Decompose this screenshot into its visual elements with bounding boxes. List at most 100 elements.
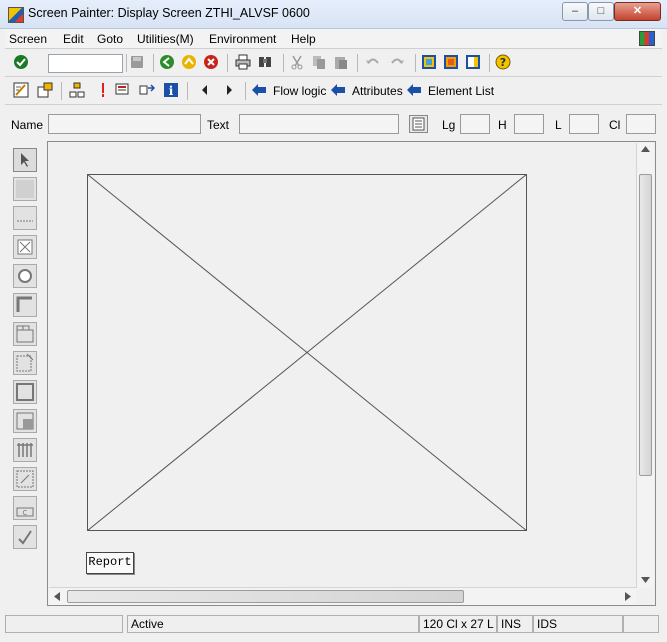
help-icon[interactable]: ? (495, 54, 511, 70)
separator (357, 54, 358, 72)
window-title: Screen Painter: Display Screen ZTHI_ALVS… (28, 6, 310, 20)
menu-environment[interactable]: Environment (209, 32, 276, 46)
menu-utilities[interactable]: Utilities(M) (137, 32, 194, 46)
subscreen-tool-icon[interactable] (13, 409, 37, 433)
element-list-button[interactable]: Element List (428, 84, 494, 98)
app-icon (8, 7, 24, 23)
edit-layout-icon[interactable] (13, 82, 29, 98)
hierarchy-icon[interactable] (69, 82, 85, 98)
report-button[interactable]: Report (86, 552, 134, 574)
save-icon[interactable] (129, 54, 145, 70)
checkbox-tool-icon[interactable] (13, 235, 37, 259)
find-icon[interactable] (257, 54, 273, 70)
redo-icon[interactable] (389, 54, 405, 70)
insert-mode: INS (497, 615, 533, 633)
element-palette: C (10, 146, 40, 556)
text-label: Text (207, 118, 230, 132)
command-field[interactable] (48, 54, 123, 73)
horizontal-scrollbar[interactable] (49, 587, 636, 605)
menu-bar: Screen Edit Goto Utilities(M) Environmen… (5, 29, 662, 49)
status-icon-tool-icon[interactable] (13, 525, 37, 549)
separator (245, 82, 246, 100)
svg-text:i: i (169, 84, 174, 98)
tabstrip-tool-icon[interactable] (13, 322, 37, 346)
select-pointer-icon[interactable] (13, 148, 37, 172)
svg-text:?: ? (500, 56, 506, 69)
pushbutton-tool-icon[interactable] (13, 293, 37, 317)
text-field-tool-icon[interactable] (13, 177, 37, 201)
status-message-area (5, 615, 123, 633)
next-icon[interactable] (221, 82, 237, 98)
system-menu-icon[interactable] (639, 31, 655, 46)
separator (283, 54, 284, 72)
arrow-left-icon (331, 84, 345, 96)
application-toolbar: i Flow logic Attributes Element List (5, 78, 662, 105)
text-input[interactable] (239, 114, 399, 134)
enter-icon[interactable] (13, 54, 29, 70)
l-label: L (555, 118, 562, 132)
separator (415, 54, 416, 72)
vertical-scrollbar[interactable] (636, 143, 654, 588)
cut-icon[interactable] (289, 54, 305, 70)
info-icon[interactable]: i (163, 82, 179, 98)
lg-label: Lg (442, 118, 456, 132)
lg-input[interactable] (460, 114, 490, 134)
scroll-right-icon[interactable] (625, 592, 631, 601)
menu-screen[interactable]: Screen (9, 32, 47, 46)
arrow-left-icon (252, 84, 266, 96)
scroll-left-icon[interactable] (54, 592, 60, 601)
layout-icon[interactable] (421, 54, 437, 70)
window-icon[interactable] (443, 54, 459, 70)
table-wizard-icon[interactable] (13, 467, 37, 491)
svg-text:C: C (23, 509, 28, 517)
name-input[interactable] (48, 114, 201, 134)
tabstrip-wizard-icon[interactable] (13, 351, 37, 375)
dictionary-icon[interactable] (115, 82, 131, 98)
paste-icon[interactable] (333, 54, 349, 70)
previous-icon[interactable] (197, 82, 213, 98)
separator (489, 54, 490, 72)
flow-logic-button[interactable]: Flow logic (273, 84, 326, 98)
cl-input[interactable] (626, 114, 656, 134)
transfer-icon[interactable] (139, 82, 155, 98)
menu-help[interactable]: Help (291, 32, 316, 46)
exit-icon[interactable] (181, 54, 197, 70)
menu-edit[interactable]: Edit (63, 32, 84, 46)
h-input[interactable] (514, 114, 544, 134)
scroll-down-icon[interactable] (641, 577, 650, 583)
status-text: Active (127, 615, 419, 633)
dictionary-fields-icon[interactable] (409, 115, 428, 133)
cancel-icon[interactable] (203, 54, 219, 70)
element-attributes-row: Name Text Lg H L Cl (5, 110, 662, 138)
table-control-tool-icon[interactable] (13, 438, 37, 462)
scroll-up-icon[interactable] (641, 146, 650, 152)
separator (187, 82, 188, 100)
h-label: H (498, 118, 507, 132)
close-button[interactable]: ✕ (614, 2, 661, 21)
display-change-icon[interactable] (37, 82, 53, 98)
fullscreen-icon[interactable] (465, 54, 481, 70)
system-id: IDS (533, 615, 623, 633)
separator (126, 54, 127, 72)
menu-goto[interactable]: Goto (97, 32, 123, 46)
maximize-button[interactable]: □ (588, 2, 614, 21)
minimize-button[interactable]: – (562, 2, 588, 21)
info-marker-icon[interactable] (95, 82, 111, 98)
custom-control-tool-icon[interactable]: C (13, 496, 37, 520)
horizontal-scroll-thumb[interactable] (67, 590, 464, 603)
status-bar: Active 120 Cl x 27 L INS IDS (5, 613, 662, 635)
separator (61, 82, 62, 100)
input-field-tool-icon[interactable] (13, 206, 37, 230)
copy-icon[interactable] (311, 54, 327, 70)
print-icon[interactable] (235, 54, 251, 70)
cl-label: Cl (609, 118, 621, 132)
custom-control-placeholder[interactable] (87, 174, 527, 531)
radio-button-tool-icon[interactable] (13, 264, 37, 288)
back-icon[interactable] (159, 54, 175, 70)
vertical-scroll-thumb[interactable] (639, 174, 652, 476)
attributes-button[interactable]: Attributes (352, 84, 403, 98)
box-tool-icon[interactable] (13, 380, 37, 404)
screen-dimensions: 120 Cl x 27 L (419, 615, 497, 633)
undo-icon[interactable] (365, 54, 381, 70)
l-input[interactable] (569, 114, 599, 134)
